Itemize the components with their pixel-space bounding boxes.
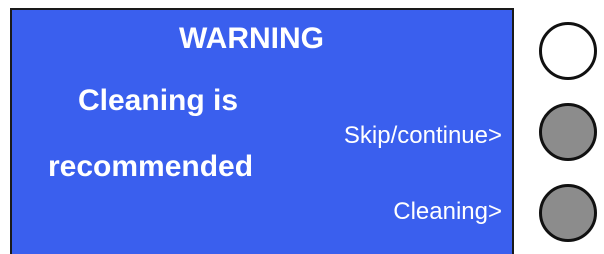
cleaning-hardware-button[interactable] bbox=[539, 184, 597, 242]
message-line-2: recommended bbox=[48, 150, 254, 183]
display-screen: WARNING Cleaning is recommended Skip/con… bbox=[10, 8, 514, 254]
skip-continue-option[interactable]: Skip/continue> bbox=[344, 122, 502, 150]
message-line-1: Cleaning is bbox=[78, 84, 239, 117]
skip-hardware-button[interactable] bbox=[539, 103, 597, 161]
top-hardware-button[interactable] bbox=[539, 22, 597, 80]
cleaning-option[interactable]: Cleaning> bbox=[393, 198, 502, 226]
warning-title: WARNING bbox=[179, 22, 324, 55]
device-panel: WARNING Cleaning is recommended Skip/con… bbox=[0, 0, 604, 254]
